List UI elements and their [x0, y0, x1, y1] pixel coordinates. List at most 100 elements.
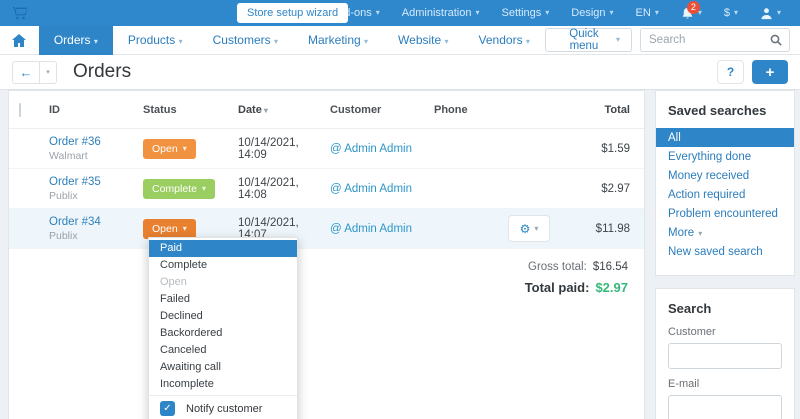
global-search: [640, 28, 790, 52]
search-input[interactable]: [641, 34, 763, 46]
tab-website-label: Website: [398, 32, 442, 47]
new-saved-search[interactable]: New saved search: [668, 242, 782, 261]
menu-administration[interactable]: Administration ▾: [391, 0, 491, 26]
customer-field[interactable]: [668, 343, 782, 369]
home-button[interactable]: [0, 26, 39, 55]
topbar: Store setup wizard Add-ons ▾ Administrati…: [0, 0, 800, 26]
chevron-down-icon: ▾: [375, 8, 380, 17]
tab-orders-label: Orders: [53, 32, 91, 47]
sidebar: Saved searches All Everything done Money…: [655, 90, 795, 419]
chevron-down-icon: ▾: [776, 8, 781, 17]
status-options: Paid Complete Open Failed Declined Backo…: [149, 238, 297, 395]
menu-settings[interactable]: Settings ▾: [491, 0, 561, 26]
currency-menu[interactable]: $ ▾: [713, 0, 749, 26]
tab-marketing-label: Marketing: [307, 32, 361, 47]
saved-search-more[interactable]: More ▾: [668, 223, 782, 242]
cart-icon[interactable]: [12, 5, 28, 21]
tab-marketing[interactable]: Marketing ▾: [293, 26, 383, 55]
table-row: Order #36 Walmart Open ▾ 10/14/2021, 14:0…: [9, 129, 644, 169]
saved-searches-title: Saved searches: [668, 103, 767, 118]
check-icon: ✓: [163, 403, 172, 414]
chevron-down-icon: ▾: [698, 228, 703, 238]
status-option-failed[interactable]: Failed: [149, 291, 297, 308]
gross-total-value: $16.54: [592, 261, 628, 273]
order-link[interactable]: Order #35: [49, 176, 143, 188]
tab-vendors-label: Vendors: [478, 32, 523, 47]
order-date: 10/14/2021, 14:09: [238, 136, 299, 161]
back-split-button: ← ▾: [12, 60, 57, 84]
vendor-name: Walmart: [49, 149, 88, 162]
chevron-down-icon: ▾: [615, 35, 620, 44]
order-total: $1.59: [601, 142, 630, 155]
customer-link[interactable]: @ Admin Admin: [330, 223, 412, 235]
chevron-down-icon: ▾: [444, 36, 449, 46]
menu-design-label: Design: [571, 7, 606, 19]
tab-products-label: Products: [127, 32, 176, 47]
chevron-down-icon: ▾: [654, 8, 659, 17]
saved-search-money-received[interactable]: Money received: [668, 166, 782, 185]
customer-link[interactable]: @ Admin Admin: [330, 143, 412, 155]
chevron-down-icon: ▾: [525, 36, 530, 46]
navbar-right: Quick menu ▾: [544, 28, 800, 52]
page-header: ← ▾ Orders ? +: [0, 55, 800, 90]
quick-menu-button[interactable]: Quick menu ▾: [544, 28, 632, 52]
tab-website[interactable]: Website ▾: [383, 26, 464, 55]
search-panel-title: Search: [668, 301, 712, 316]
saved-search-problem-encountered[interactable]: Problem encountered: [668, 204, 782, 223]
email-field[interactable]: [668, 395, 782, 419]
back-arrow-icon: ←: [19, 64, 33, 80]
chevron-down-icon: ▾: [93, 36, 98, 46]
tab-customers[interactable]: Customers ▾: [198, 26, 293, 55]
chevron-down-icon: ▾: [182, 223, 187, 233]
store-setup-wizard-button[interactable]: Store setup wizard: [237, 3, 349, 23]
notifications-menu[interactable]: 2 ▾: [670, 0, 713, 20]
status-option-awaiting-call[interactable]: Awaiting call: [149, 359, 297, 376]
row-actions-button[interactable]: ⚙ ▾: [508, 215, 550, 242]
chevron-down-icon: ▾: [733, 8, 738, 17]
status-option-paid[interactable]: Paid: [149, 240, 297, 257]
tab-products[interactable]: Products ▾: [113, 26, 198, 55]
notify-customer-row: ✓ Notify customer: [149, 395, 297, 419]
column-customer: Customer: [330, 103, 382, 116]
add-order-button[interactable]: +: [752, 60, 788, 84]
home-icon: [12, 33, 27, 47]
menu-design[interactable]: Design ▾: [560, 0, 624, 26]
tab-vendors[interactable]: Vendors ▾: [464, 26, 545, 55]
customer-field-label: Customer: [668, 326, 716, 338]
saved-search-all[interactable]: All: [656, 128, 794, 147]
saved-search-action-required[interactable]: Action required: [668, 185, 782, 204]
order-link[interactable]: Order #36: [49, 136, 143, 148]
column-date[interactable]: Date ▾: [238, 104, 330, 116]
saved-searches-panel: Saved searches All Everything done Money…: [655, 90, 795, 276]
chevron-down-icon: ▾: [273, 36, 278, 46]
column-phone: Phone: [434, 103, 468, 116]
search-submit-button[interactable]: [763, 29, 789, 51]
status-badge[interactable]: Complete ▾: [143, 178, 215, 199]
help-button[interactable]: ?: [717, 60, 744, 84]
status-option-incomplete[interactable]: Incomplete: [149, 376, 297, 393]
table-row: Order #34 Publix Open ▾ 10/14/2021, 14:07…: [9, 209, 644, 249]
status-option-declined[interactable]: Declined: [149, 308, 297, 325]
status-option-complete[interactable]: Complete: [149, 257, 297, 274]
tab-orders[interactable]: Orders ▾: [38, 25, 113, 55]
status-dropdown: Paid Complete Open Failed Declined Backo…: [148, 237, 298, 419]
menu-language[interactable]: EN ▾: [625, 0, 670, 26]
back-dropdown-button[interactable]: ▾: [40, 60, 57, 84]
saved-search-everything-done[interactable]: Everything done: [668, 147, 782, 166]
chevron-down-icon: ▾: [475, 8, 480, 17]
chevron-down-icon: ▾: [46, 69, 50, 76]
vendor-name: Publix: [49, 189, 78, 202]
customer-link[interactable]: @ Admin Admin: [330, 183, 412, 195]
status-option-backordered[interactable]: Backordered: [149, 325, 297, 342]
status-option-canceled[interactable]: Canceled: [149, 342, 297, 359]
user-menu[interactable]: ▾: [749, 0, 792, 26]
select-all-checkbox[interactable]: [19, 102, 21, 117]
notify-customer-checkbox[interactable]: ✓: [160, 401, 175, 416]
total-paid-label: Total paid:: [524, 280, 590, 295]
back-button[interactable]: ←: [12, 60, 40, 84]
status-badge[interactable]: Open ▾: [143, 218, 196, 239]
total-paid-value: $2.97: [595, 280, 628, 295]
status-badge[interactable]: Open ▾: [143, 138, 196, 159]
order-link[interactable]: Order #34: [49, 216, 143, 228]
table-header: ID Status Date ▾ Customer Phone Total: [9, 91, 644, 129]
